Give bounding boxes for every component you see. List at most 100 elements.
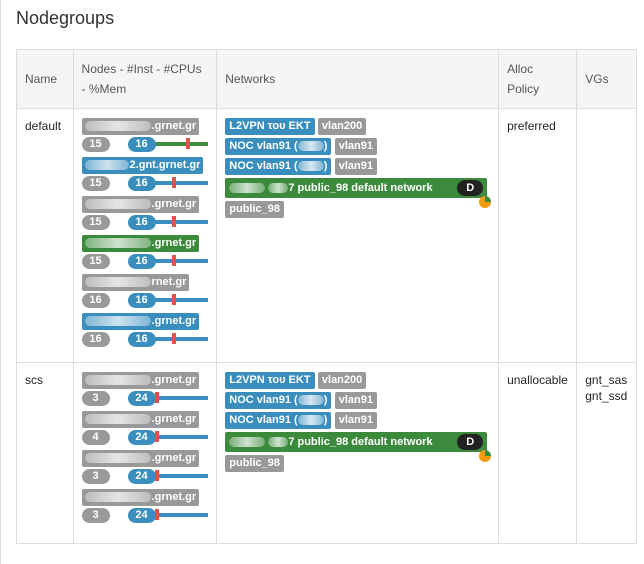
memory-bar — [151, 298, 208, 302]
redacted-text — [84, 414, 151, 425]
public-network-label: 7 public_98 default network — [288, 182, 433, 194]
node-item: .grnet.gr 15 16 — [81, 118, 209, 154]
instance-count-badge: 4 — [81, 430, 110, 445]
network-label[interactable]: NOC vlan91 () — [225, 158, 332, 175]
vg-item: gnt_ssd — [585, 389, 628, 403]
default-badge: D — [457, 180, 484, 196]
redacted-text — [84, 160, 129, 171]
node-item: .grnet.gr 16 16 — [81, 313, 209, 349]
network-noc-2: NOC vlan91 () vlan91 — [225, 158, 490, 175]
node-host-label[interactable]: .grnet.gr — [81, 411, 200, 428]
node-item: .grnet.gr 4 24 — [81, 411, 209, 447]
network-label[interactable]: L2VPN του ΕΚΤ — [225, 118, 315, 135]
network-label[interactable]: L2VPN του ΕΚΤ — [225, 372, 315, 389]
memory-marker — [171, 294, 176, 305]
node-host-label[interactable]: 2.gnt.grnet.gr — [81, 157, 204, 174]
network-label-prefix: NOC vlan91 ( — [229, 140, 298, 152]
network-label-suffix: ) — [323, 394, 328, 406]
column-header-networks: Networks — [216, 49, 500, 109]
instance-count-badge: 3 — [81, 508, 110, 523]
node-metrics: 15 16 — [81, 176, 208, 193]
node-host-label[interactable]: rnet.gr — [81, 274, 190, 291]
redacted-text — [297, 395, 324, 406]
node-metrics: 4 24 — [81, 430, 208, 447]
vlan-label[interactable]: vlan91 — [334, 138, 377, 155]
memory-bar — [151, 220, 208, 224]
instance-count-badge: 15 — [81, 176, 110, 191]
node-host-label[interactable]: .grnet.gr — [81, 489, 200, 506]
cpu-count-badge: 24 — [127, 391, 156, 406]
redacted-text — [229, 437, 266, 448]
cpu-count-badge: 16 — [127, 332, 156, 347]
default-badge: D — [457, 434, 484, 450]
node-metrics: 3 24 — [81, 469, 208, 486]
public-network-box[interactable]: 7 public_98 default network D — [225, 178, 492, 208]
memory-bar — [151, 474, 208, 478]
node-host-label[interactable]: .grnet.gr — [81, 450, 200, 467]
node-item: .grnet.gr 15 16 — [81, 235, 209, 271]
instance-count-badge: 15 — [81, 137, 110, 152]
network-l2vpn: L2VPN του ΕΚΤ vlan200 — [225, 118, 490, 135]
vgs-cell — [576, 108, 637, 363]
node-host-suffix: .grnet.gr — [151, 491, 197, 503]
network-label-suffix: ) — [323, 414, 328, 426]
cpu-count-badge: 24 — [127, 469, 156, 484]
node-host-label[interactable]: .grnet.gr — [81, 313, 200, 330]
node-host-label[interactable]: .grnet.gr — [81, 235, 200, 252]
network-label[interactable]: NOC vlan91 () — [225, 412, 332, 429]
memory-marker — [154, 509, 159, 520]
instance-count-badge: 15 — [81, 215, 110, 230]
vlan-label[interactable]: vlan91 — [334, 158, 377, 175]
network-public-link: public_98 — [225, 201, 490, 218]
redacted-text — [84, 316, 151, 327]
vlan-label[interactable]: vlan91 — [334, 412, 377, 429]
network-label-prefix: NOC vlan91 ( — [229, 414, 298, 426]
node-item: .grnet.gr 3 24 — [81, 372, 209, 408]
redacted-text — [84, 453, 151, 464]
vg-item: gnt_sas — [585, 373, 628, 387]
memory-marker — [154, 470, 159, 481]
table-row: default .grnet.gr 15 16 2.gnt.grnet.gr 15 16.… — [16, 108, 637, 363]
redacted-text — [84, 375, 151, 386]
redacted-text — [268, 183, 289, 194]
vlan-label[interactable]: vlan200 — [317, 118, 367, 135]
cpu-count-badge: 16 — [127, 137, 156, 152]
node-host-label[interactable]: .grnet.gr — [81, 196, 200, 213]
node-host-suffix: .grnet.gr — [151, 315, 197, 327]
node-metrics: 3 24 — [81, 508, 208, 525]
node-host-suffix: .grnet.gr — [151, 120, 197, 132]
node-host-label[interactable]: .grnet.gr — [81, 118, 200, 135]
node-host-label[interactable]: .grnet.gr — [81, 372, 200, 389]
network-noc-1: NOC vlan91 () vlan91 — [225, 392, 490, 409]
networks-cell: L2VPN του ΕΚΤ vlan200 NOC vlan91 () vlan… — [216, 108, 500, 363]
memory-marker — [154, 392, 159, 403]
node-item: 2.gnt.grnet.gr 15 16 — [81, 157, 209, 193]
redacted-text — [84, 199, 151, 210]
vlan-label[interactable]: vlan91 — [334, 392, 377, 409]
networks-cell: L2VPN του ΕΚΤ vlan200 NOC vlan91 () vlan… — [216, 362, 500, 544]
memory-bar — [151, 435, 208, 439]
network-public-link: public_98 — [225, 455, 490, 472]
node-metrics: 15 16 — [81, 215, 208, 232]
nodegroups-panel: Nodegroups Name Nodes - #Inst - #CPUs - … — [0, 0, 643, 564]
network-label-prefix: NOC vlan91 ( — [229, 160, 298, 172]
network-label[interactable]: public_98 — [225, 201, 284, 218]
network-label[interactable]: NOC vlan91 () — [225, 138, 332, 155]
node-metrics: 16 16 — [81, 293, 208, 310]
redacted-text — [229, 183, 266, 194]
node-host-suffix: .grnet.gr — [151, 413, 197, 425]
node-host-suffix: .grnet.gr — [151, 198, 197, 210]
network-label[interactable]: public_98 — [225, 455, 284, 472]
page-title: Nodegroups — [16, 8, 115, 28]
memory-bar — [151, 181, 208, 185]
network-label[interactable]: NOC vlan91 () — [225, 392, 332, 409]
cpu-count-badge: 16 — [127, 293, 156, 308]
network-label-prefix: NOC vlan91 ( — [229, 394, 298, 406]
public-network-box[interactable]: 7 public_98 default network D — [225, 432, 492, 462]
redacted-text — [297, 415, 324, 426]
vlan-label[interactable]: vlan200 — [317, 372, 367, 389]
instance-count-badge: 16 — [81, 332, 110, 347]
column-header-alloc-policy: Alloc Policy — [498, 49, 578, 109]
alloc-policy: preferred — [498, 108, 578, 363]
node-host-suffix: 2.gnt.grnet.gr — [129, 159, 201, 171]
